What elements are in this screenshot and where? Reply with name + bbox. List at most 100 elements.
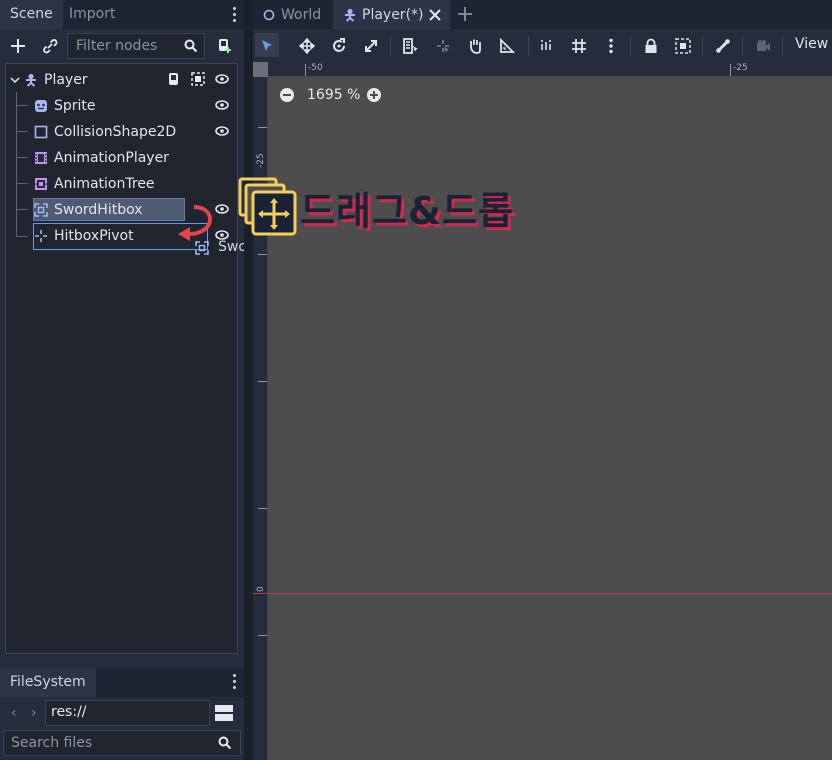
sprite-node-icon xyxy=(35,100,47,112)
pivot-mode-icon[interactable] xyxy=(434,29,452,62)
toolbar-separator xyxy=(702,36,703,56)
add-node-icon[interactable] xyxy=(8,36,28,56)
ruler-label: -25 xyxy=(256,153,266,168)
filter-nodes-input[interactable]: Filter nodes xyxy=(67,33,205,59)
ruler-corner xyxy=(253,62,268,77)
ruler-tick xyxy=(258,635,267,636)
collision-shape-icon xyxy=(34,125,48,139)
group-selected-icon[interactable] xyxy=(674,29,692,62)
ruler-tick xyxy=(258,508,267,509)
tab-world[interactable]: World xyxy=(263,0,321,29)
ruler-tick xyxy=(258,254,267,255)
visibility-eye-icon[interactable] xyxy=(215,126,229,136)
zoom-out-icon[interactable] xyxy=(279,87,295,103)
tree-guide xyxy=(16,236,28,237)
tree-item-sprite[interactable]: Sprite xyxy=(34,94,96,118)
rotate-mode-icon[interactable] xyxy=(330,29,348,62)
visibility-eye-icon[interactable] xyxy=(215,74,229,84)
view-menu[interactable]: View xyxy=(795,36,828,52)
ruler-label: 0 xyxy=(256,586,266,592)
tab-player[interactable]: Player(*) xyxy=(333,0,450,29)
skeleton-bone-icon[interactable] xyxy=(714,29,732,62)
tree-item-label: HitboxPivot xyxy=(54,228,134,244)
ruler-tick xyxy=(258,381,267,382)
group-icon[interactable] xyxy=(191,72,205,86)
drag-drop-badge-icon xyxy=(238,177,297,236)
select-mode-icon[interactable] xyxy=(258,29,276,62)
animation-tree-icon xyxy=(35,178,47,190)
tree-item-player[interactable]: Player xyxy=(10,68,88,92)
dock-menu-icon[interactable] xyxy=(233,7,237,23)
ruler-label: -25 xyxy=(733,63,748,73)
tree-item-collisionshape2d[interactable]: CollisionShape2D xyxy=(34,120,176,144)
dock-menu-icon[interactable] xyxy=(233,674,237,690)
grid-snap-icon[interactable] xyxy=(570,29,588,62)
ruler-tick xyxy=(305,64,306,76)
area2d-icon xyxy=(34,203,48,217)
split-view-icon[interactable] xyxy=(215,705,233,721)
tree-item-swordhitbox[interactable]: SwordHitbox xyxy=(34,198,143,222)
zoom-in-icon[interactable] xyxy=(366,87,382,103)
back-arrow-icon[interactable]: ‹ xyxy=(11,705,17,721)
tree-guide xyxy=(16,105,28,106)
tree-guide xyxy=(16,157,28,158)
script-icon[interactable] xyxy=(167,72,181,87)
filter-nodes-placeholder: Filter nodes xyxy=(76,38,158,54)
node2d-circle-icon xyxy=(263,9,275,20)
tree-guide xyxy=(16,209,28,210)
origin-x-axis-line xyxy=(268,593,832,594)
dock-splitter[interactable] xyxy=(244,0,253,760)
lock-icon[interactable] xyxy=(642,29,660,62)
forward-arrow-icon[interactable]: › xyxy=(31,705,37,721)
drag-ghost-area2d-icon xyxy=(195,241,209,255)
ruler-tick xyxy=(730,64,731,76)
origin-x-axis-line xyxy=(253,593,268,594)
tree-item-animationplayer[interactable]: AnimationPlayer xyxy=(34,146,169,170)
zoom-level[interactable]: 1695 % xyxy=(307,87,360,103)
tree-guide xyxy=(16,131,28,132)
tree-item-hitboxpivot[interactable]: HitboxPivot xyxy=(34,224,134,248)
tree-item-label: Sprite xyxy=(54,98,96,114)
toolbar-separator xyxy=(742,36,743,56)
tab-import[interactable]: Import xyxy=(59,0,125,29)
list-select-icon[interactable] xyxy=(402,29,420,62)
position2d-icon xyxy=(35,230,47,242)
filesystem-path-field[interactable]: res:// xyxy=(45,700,210,726)
scale-mode-icon[interactable] xyxy=(362,29,380,62)
toolbar-separator xyxy=(630,36,631,56)
toolbar-separator xyxy=(390,36,391,56)
move-mode-icon[interactable] xyxy=(298,29,316,62)
ruler-mode-icon[interactable] xyxy=(498,29,516,62)
camera-override-icon[interactable] xyxy=(754,29,772,62)
player-node-icon xyxy=(345,8,355,22)
instance-scene-icon[interactable] xyxy=(40,36,60,56)
attach-script-icon[interactable] xyxy=(214,36,234,56)
player-node-icon xyxy=(26,73,36,87)
drag-arrow-icon xyxy=(178,205,212,241)
chevron-down-icon[interactable] xyxy=(10,75,20,85)
toolbar-separator xyxy=(528,36,529,56)
search-icon xyxy=(218,736,232,750)
search-files-input[interactable]: Search files xyxy=(3,730,241,756)
toolbar-separator xyxy=(782,36,783,56)
filesystem-tabbar: FileSystem xyxy=(0,668,244,697)
add-tab-icon[interactable] xyxy=(457,6,473,22)
smart-snap-icon[interactable] xyxy=(538,29,556,62)
snap-options-icon[interactable] xyxy=(602,29,620,62)
tab-label: Player(*) xyxy=(362,6,424,23)
tab-filesystem[interactable]: FileSystem xyxy=(0,668,96,697)
tab-label: World xyxy=(281,6,322,23)
filesystem-path-value: res:// xyxy=(51,704,87,720)
search-icon xyxy=(184,39,198,53)
tree-item-animationtree[interactable]: AnimationTree xyxy=(34,172,155,196)
search-files-placeholder: Search files xyxy=(11,735,93,751)
visibility-eye-icon[interactable] xyxy=(215,100,229,110)
ruler-label: -50 xyxy=(308,63,323,73)
ruler-tick xyxy=(258,127,267,128)
pan-mode-icon[interactable] xyxy=(466,29,484,62)
tree-item-label: CollisionShape2D xyxy=(54,124,177,140)
tab-scene[interactable]: Scene xyxy=(0,0,63,29)
animation-player-icon xyxy=(35,152,47,164)
scene-dock-tabbar: Scene Import xyxy=(0,0,244,29)
close-icon[interactable] xyxy=(429,9,441,21)
